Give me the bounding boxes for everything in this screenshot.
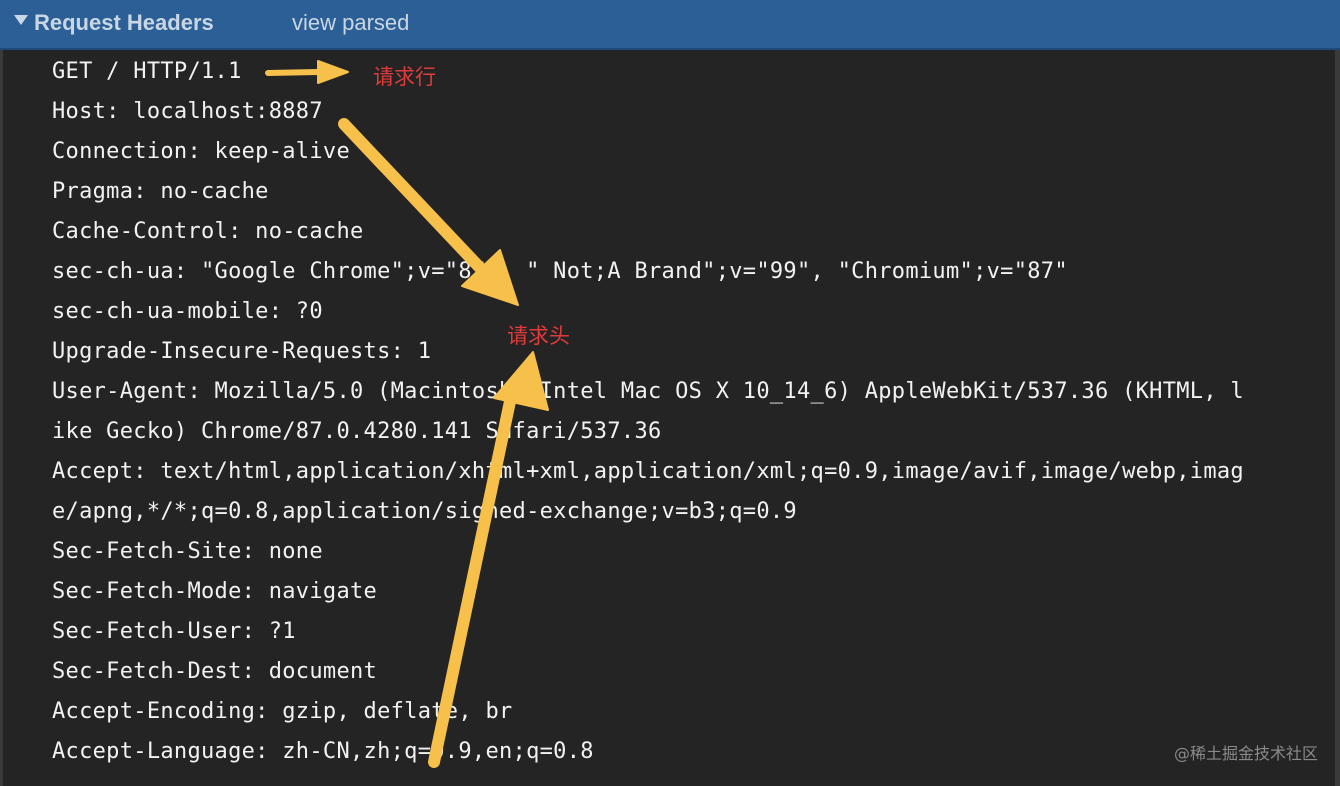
header-line: Accept-Encoding: gzip, deflate, br: [52, 699, 513, 724]
header-line: Pragma: no-cache: [52, 179, 269, 204]
header-line: Sec-Fetch-Site: none: [52, 539, 323, 564]
header-line: Accept-Language: zh-CN,zh;q=0.9,en;q=0.8: [52, 739, 594, 764]
header-line: ike Gecko) Chrome/87.0.4280.141 Safari/5…: [52, 419, 662, 444]
header-line: Sec-Fetch-User: ?1: [52, 619, 296, 644]
scrollbar-track[interactable]: [1335, 50, 1340, 786]
watermark-logo: @稀土掘金技术社区: [1173, 744, 1318, 763]
header-line: sec-ch-ua-mobile: ?0: [52, 299, 323, 324]
request-line-annotation: 请求行: [373, 65, 436, 89]
section-title[interactable]: Request Headers: [34, 10, 214, 36]
collapse-triangle-icon[interactable]: [14, 15, 28, 25]
header-line: Sec-Fetch-Dest: document: [52, 659, 378, 684]
header-line: e/apng,*/*;q=0.8,application/signed-exch…: [52, 499, 797, 524]
header-line: Connection: keep-alive: [52, 139, 350, 164]
header-line: Cache-Control: no-cache: [52, 219, 364, 244]
header-line: sec-ch-ua: "Google Chrome";v="87", " Not…: [52, 259, 1068, 284]
view-parsed-link[interactable]: view parsed: [292, 10, 409, 36]
request-headers-annotation: 请求头: [507, 324, 570, 348]
header-line: Sec-Fetch-Mode: navigate: [52, 579, 378, 604]
header-line: Host: localhost:8887: [52, 99, 323, 124]
left-border: [0, 50, 3, 786]
request-headers-bar[interactable]: Request Headers view parsed: [0, 0, 1340, 50]
header-line: Accept: text/html,application/xhtml+xml,…: [52, 459, 1244, 484]
header-line: User-Agent: Mozilla/5.0 (Macintosh; Inte…: [52, 379, 1244, 404]
header-line: Upgrade-Insecure-Requests: 1: [52, 339, 432, 364]
raw-headers-list: GET / HTTP/1.1 Host: localhost:8887 Connec…: [52, 52, 1332, 772]
header-line: GET / HTTP/1.1: [52, 59, 242, 84]
